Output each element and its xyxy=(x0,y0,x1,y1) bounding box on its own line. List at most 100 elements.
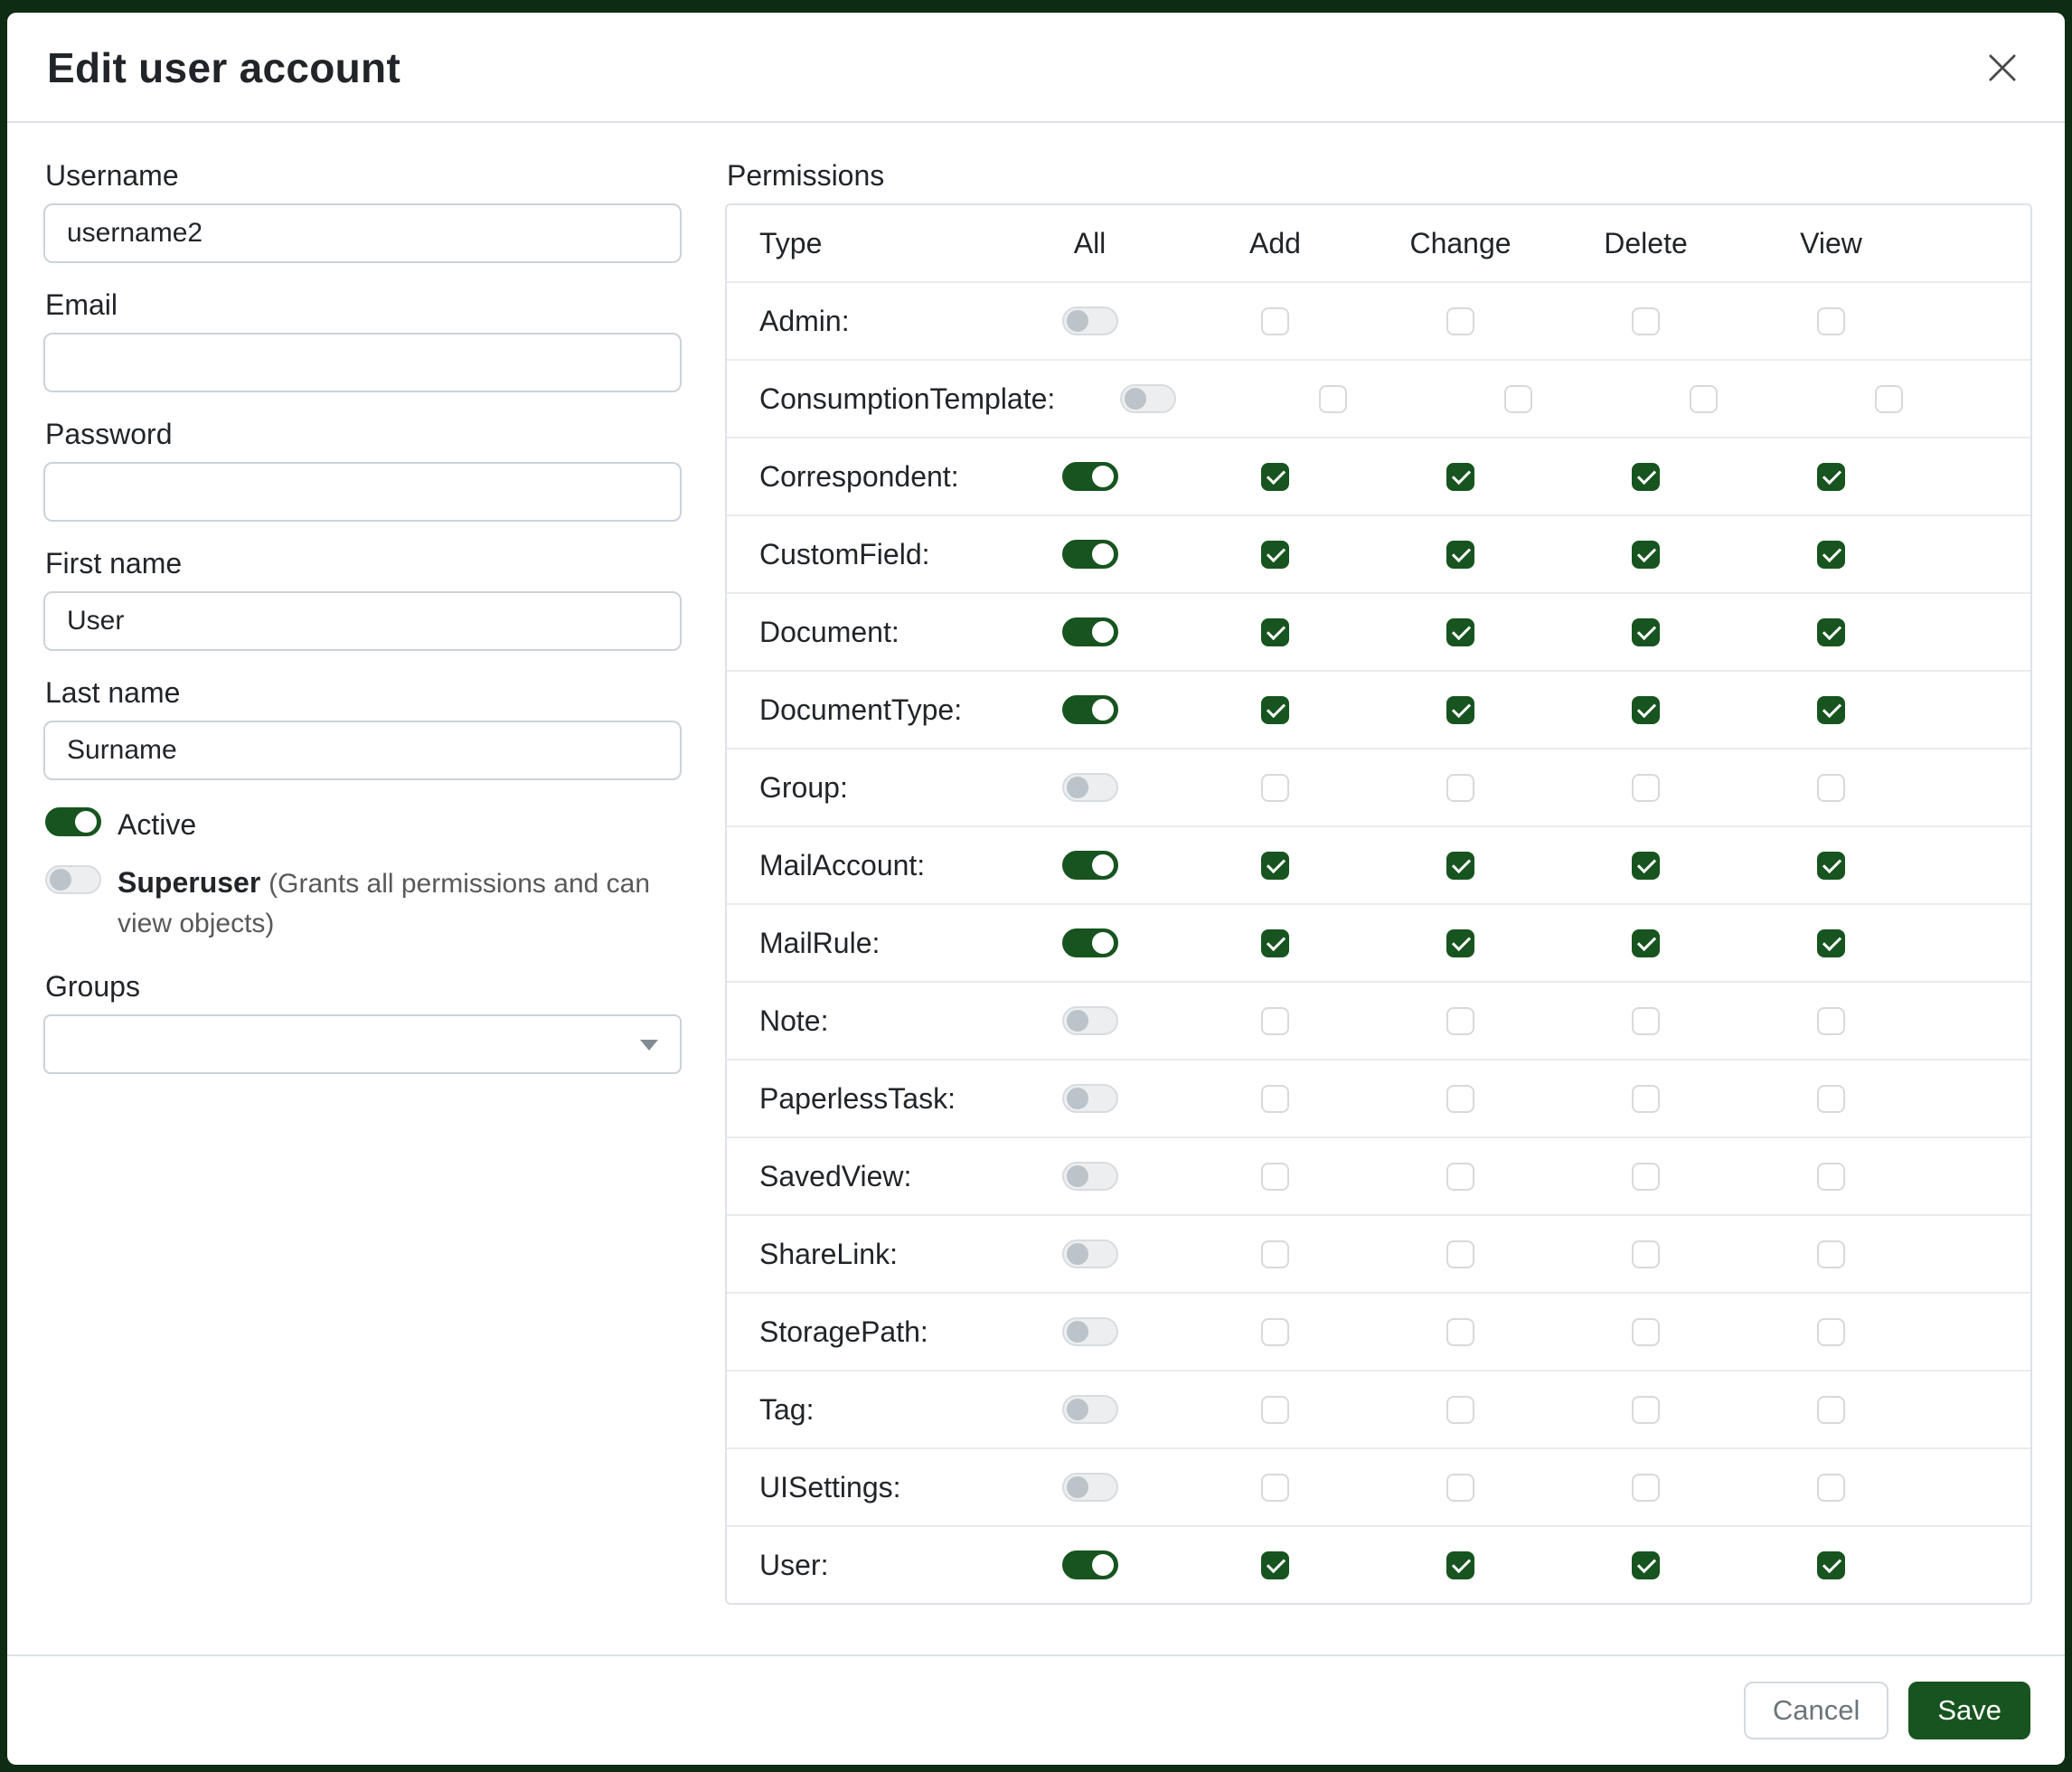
permission-change-checkbox[interactable] xyxy=(1446,696,1474,724)
permission-all-toggle[interactable] xyxy=(1062,1006,1118,1035)
permission-view-checkbox[interactable] xyxy=(1817,1551,1845,1579)
permission-add-checkbox[interactable] xyxy=(1261,541,1289,569)
email-input[interactable] xyxy=(43,333,682,392)
permission-all-toggle[interactable] xyxy=(1062,306,1118,335)
permission-change-checkbox[interactable] xyxy=(1446,1085,1474,1113)
permission-delete-checkbox[interactable] xyxy=(1632,929,1660,957)
permission-change-checkbox[interactable] xyxy=(1446,1396,1474,1424)
permission-view-checkbox[interactable] xyxy=(1817,618,1845,646)
permission-add-checkbox[interactable] xyxy=(1261,1474,1289,1502)
permission-change-checkbox[interactable] xyxy=(1446,1474,1474,1502)
permission-all-toggle[interactable] xyxy=(1062,540,1118,569)
permission-all-toggle[interactable] xyxy=(1062,1239,1118,1268)
toggle-knob xyxy=(1067,1399,1088,1420)
permission-change-checkbox[interactable] xyxy=(1446,1240,1474,1268)
groups-select[interactable] xyxy=(43,1014,682,1074)
permission-view-checkbox[interactable] xyxy=(1817,1163,1845,1191)
permission-all-toggle[interactable] xyxy=(1062,851,1118,880)
permission-all-toggle[interactable] xyxy=(1062,1395,1118,1424)
permission-change-checkbox[interactable] xyxy=(1446,1318,1474,1346)
permission-view-checkbox[interactable] xyxy=(1817,774,1845,802)
permission-delete-checkbox[interactable] xyxy=(1632,618,1660,646)
permission-delete-checkbox[interactable] xyxy=(1632,541,1660,569)
permission-view-checkbox[interactable] xyxy=(1817,1474,1845,1502)
permission-change-checkbox[interactable] xyxy=(1446,852,1474,880)
permission-add-checkbox[interactable] xyxy=(1261,618,1289,646)
permission-change-checkbox[interactable] xyxy=(1446,618,1474,646)
permission-add-checkbox[interactable] xyxy=(1261,774,1289,802)
permission-change-checkbox[interactable] xyxy=(1446,929,1474,957)
permission-delete-checkbox[interactable] xyxy=(1632,852,1660,880)
permission-delete-checkbox[interactable] xyxy=(1632,307,1660,335)
password-input[interactable] xyxy=(43,462,682,522)
permission-change-checkbox[interactable] xyxy=(1446,774,1474,802)
permission-delete-checkbox[interactable] xyxy=(1632,1007,1660,1035)
close-icon[interactable] xyxy=(1982,47,2023,89)
permission-delete-checkbox[interactable] xyxy=(1632,774,1660,802)
permission-view-checkbox[interactable] xyxy=(1817,929,1845,957)
permission-view-checkbox[interactable] xyxy=(1875,385,1903,413)
permission-view-checkbox[interactable] xyxy=(1817,852,1845,880)
permission-view-checkbox[interactable] xyxy=(1817,307,1845,335)
permission-delete-checkbox[interactable] xyxy=(1632,1474,1660,1502)
permission-change-checkbox[interactable] xyxy=(1504,385,1532,413)
permission-add-checkbox[interactable] xyxy=(1261,1007,1289,1035)
permission-all-toggle[interactable] xyxy=(1120,384,1176,413)
permission-delete-checkbox[interactable] xyxy=(1632,1163,1660,1191)
permission-all-toggle[interactable] xyxy=(1062,462,1118,491)
permission-change-checkbox[interactable] xyxy=(1446,307,1474,335)
permission-all-toggle[interactable] xyxy=(1062,1550,1118,1579)
cancel-button[interactable]: Cancel xyxy=(1744,1682,1889,1739)
permission-all-toggle[interactable] xyxy=(1062,617,1118,646)
permission-add-checkbox[interactable] xyxy=(1319,385,1347,413)
permission-change-checkbox[interactable] xyxy=(1446,463,1474,491)
permission-delete-checkbox[interactable] xyxy=(1632,1396,1660,1424)
permission-all-toggle[interactable] xyxy=(1062,1473,1118,1502)
permission-delete-checkbox[interactable] xyxy=(1632,696,1660,724)
username-input[interactable] xyxy=(43,203,682,263)
permission-all-toggle[interactable] xyxy=(1062,1317,1118,1346)
permission-view-checkbox[interactable] xyxy=(1817,1085,1845,1113)
permission-change-checkbox[interactable] xyxy=(1446,1551,1474,1579)
permission-view-checkbox[interactable] xyxy=(1817,541,1845,569)
permission-add-checkbox[interactable] xyxy=(1261,929,1289,957)
permission-change-checkbox[interactable] xyxy=(1446,1007,1474,1035)
permission-delete-checkbox[interactable] xyxy=(1632,1085,1660,1113)
active-toggle[interactable] xyxy=(45,807,101,836)
toggle-knob xyxy=(75,811,97,833)
permission-add-checkbox[interactable] xyxy=(1261,463,1289,491)
superuser-toggle[interactable] xyxy=(45,865,101,894)
permission-add-checkbox[interactable] xyxy=(1261,1318,1289,1346)
permission-change-checkbox[interactable] xyxy=(1446,541,1474,569)
permission-change-checkbox[interactable] xyxy=(1446,1163,1474,1191)
permission-add-checkbox[interactable] xyxy=(1261,1396,1289,1424)
permission-delete-checkbox[interactable] xyxy=(1632,463,1660,491)
permission-view-checkbox[interactable] xyxy=(1817,1240,1845,1268)
permission-delete-checkbox[interactable] xyxy=(1632,1551,1660,1579)
permission-all-toggle[interactable] xyxy=(1062,928,1118,957)
save-button[interactable]: Save xyxy=(1908,1682,2030,1739)
permission-add-checkbox[interactable] xyxy=(1261,1085,1289,1113)
permission-add-checkbox[interactable] xyxy=(1261,307,1289,335)
permission-add-checkbox[interactable] xyxy=(1261,852,1289,880)
permission-view-checkbox[interactable] xyxy=(1817,696,1845,724)
permission-add-checkbox[interactable] xyxy=(1261,1163,1289,1191)
permission-delete-checkbox[interactable] xyxy=(1632,1318,1660,1346)
permission-delete-checkbox[interactable] xyxy=(1632,1240,1660,1268)
permission-all-toggle[interactable] xyxy=(1062,1162,1118,1191)
permission-all-toggle[interactable] xyxy=(1062,695,1118,724)
permission-delete-checkbox[interactable] xyxy=(1690,385,1718,413)
permission-all-toggle[interactable] xyxy=(1062,773,1118,802)
permission-view-checkbox[interactable] xyxy=(1817,463,1845,491)
permission-add-checkbox[interactable] xyxy=(1261,1240,1289,1268)
permission-add-checkbox[interactable] xyxy=(1261,696,1289,724)
toggle-knob xyxy=(1092,543,1114,565)
permission-view-checkbox[interactable] xyxy=(1817,1007,1845,1035)
permission-add-checkbox[interactable] xyxy=(1261,1551,1289,1579)
permission-all-toggle[interactable] xyxy=(1062,1084,1118,1113)
permission-view-checkbox[interactable] xyxy=(1817,1318,1845,1346)
first-name-input[interactable] xyxy=(43,591,682,651)
toggle-knob xyxy=(1092,621,1114,643)
permission-view-checkbox[interactable] xyxy=(1817,1396,1845,1424)
last-name-input[interactable] xyxy=(43,721,682,780)
